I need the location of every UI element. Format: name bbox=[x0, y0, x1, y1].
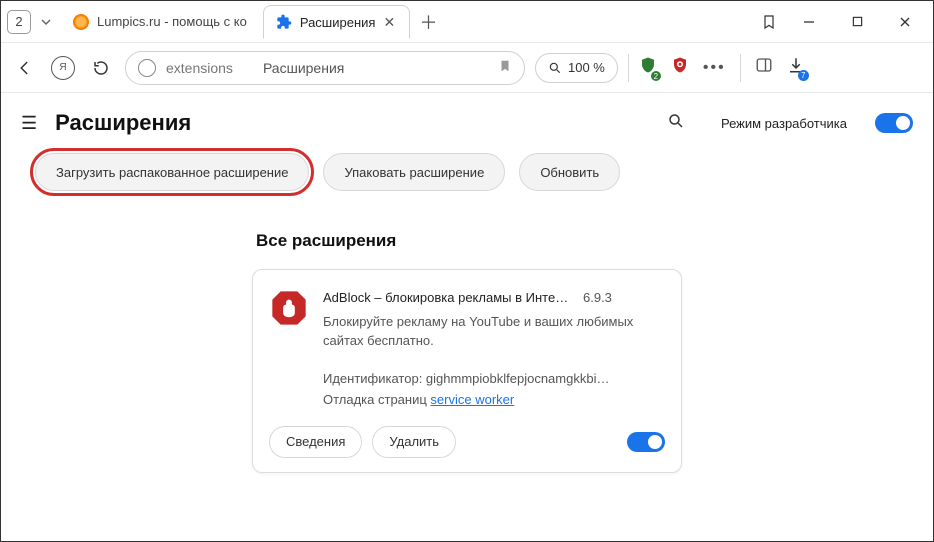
service-worker-link[interactable]: service worker bbox=[430, 392, 514, 407]
extension-card: AdBlock – блокировка рекламы в Интер… 6.… bbox=[252, 269, 682, 473]
tab-counter[interactable]: 2 bbox=[7, 10, 31, 34]
developer-mode-label: Режим разработчика bbox=[721, 116, 847, 131]
omnibox-host: extensions bbox=[166, 60, 233, 76]
extension-name: AdBlock – блокировка рекламы в Интер… bbox=[323, 288, 573, 308]
window-close-icon[interactable] bbox=[883, 1, 927, 43]
toolbar-divider bbox=[740, 54, 741, 82]
tab-label: Lumpics.ru - помощь с ко bbox=[97, 14, 247, 29]
protect-shield-icon[interactable]: 2 bbox=[639, 56, 657, 79]
downloads-icon[interactable]: 7 bbox=[787, 56, 805, 79]
all-extensions-heading: Все расширения bbox=[256, 231, 682, 251]
developer-mode-toggle[interactable] bbox=[875, 113, 913, 133]
tab-dropdown-icon[interactable] bbox=[35, 10, 57, 34]
tab-extensions[interactable]: Расширения ✕ bbox=[263, 5, 411, 39]
back-button[interactable] bbox=[11, 54, 39, 82]
load-unpacked-button[interactable]: Загрузить распакованное расширение bbox=[35, 153, 309, 191]
omnibox-title: Расширения bbox=[263, 60, 344, 76]
tab-close-icon[interactable]: ✕ bbox=[383, 14, 397, 31]
extension-debug-line: Отладка страниц service worker bbox=[323, 390, 665, 410]
adblock-logo-icon bbox=[269, 288, 309, 328]
page-title: Расширения bbox=[55, 110, 191, 136]
extension-favicon bbox=[276, 14, 292, 30]
zoom-value: 100 % bbox=[568, 60, 605, 75]
pack-extension-button[interactable]: Упаковать расширение bbox=[323, 153, 505, 191]
more-extensions-icon[interactable]: ••• bbox=[703, 59, 726, 77]
tab-label: Расширения bbox=[300, 15, 376, 30]
downloads-badge: 7 bbox=[798, 70, 809, 81]
omnibox[interactable]: extensions Расширения bbox=[125, 51, 525, 85]
remove-button[interactable]: Удалить bbox=[372, 426, 456, 458]
shield-badge: 2 bbox=[651, 71, 661, 81]
window-minimize-icon[interactable] bbox=[787, 1, 831, 43]
extension-enable-toggle[interactable] bbox=[627, 432, 665, 452]
ublock-icon[interactable] bbox=[671, 56, 689, 79]
tab-lumpics[interactable]: Lumpics.ru - помощь с ко bbox=[61, 5, 259, 39]
bookmark-star-icon[interactable] bbox=[498, 59, 512, 76]
details-button[interactable]: Сведения bbox=[269, 426, 362, 458]
zoom-indicator[interactable]: 100 % bbox=[535, 53, 618, 83]
sidebar-panel-icon[interactable] bbox=[755, 56, 773, 79]
extension-description: Блокируйте рекламу на YouTube и ваших лю… bbox=[323, 312, 665, 351]
search-icon[interactable] bbox=[667, 112, 685, 135]
reload-button[interactable] bbox=[87, 54, 115, 82]
yandex-home-icon[interactable]: Я bbox=[49, 54, 77, 82]
new-tab-button[interactable]: ＋ bbox=[414, 8, 442, 36]
site-identity-icon bbox=[138, 59, 156, 77]
toolbar-divider bbox=[628, 54, 629, 82]
bookmark-titlebar-icon[interactable] bbox=[755, 8, 783, 36]
extension-version: 6.9.3 bbox=[583, 288, 612, 308]
content-scroll-area[interactable]: Все расширения AdBlock – блокировка рекл… bbox=[1, 211, 933, 541]
debug-prefix: Отладка страниц bbox=[323, 392, 430, 407]
window-maximize-icon[interactable] bbox=[835, 1, 879, 43]
lumpics-favicon bbox=[73, 14, 89, 30]
menu-icon[interactable]: ☰ bbox=[21, 113, 37, 134]
extension-id: Идентификатор: gighmmpiobklfepjocnamgkkb… bbox=[323, 369, 613, 389]
update-extensions-button[interactable]: Обновить bbox=[519, 153, 620, 191]
